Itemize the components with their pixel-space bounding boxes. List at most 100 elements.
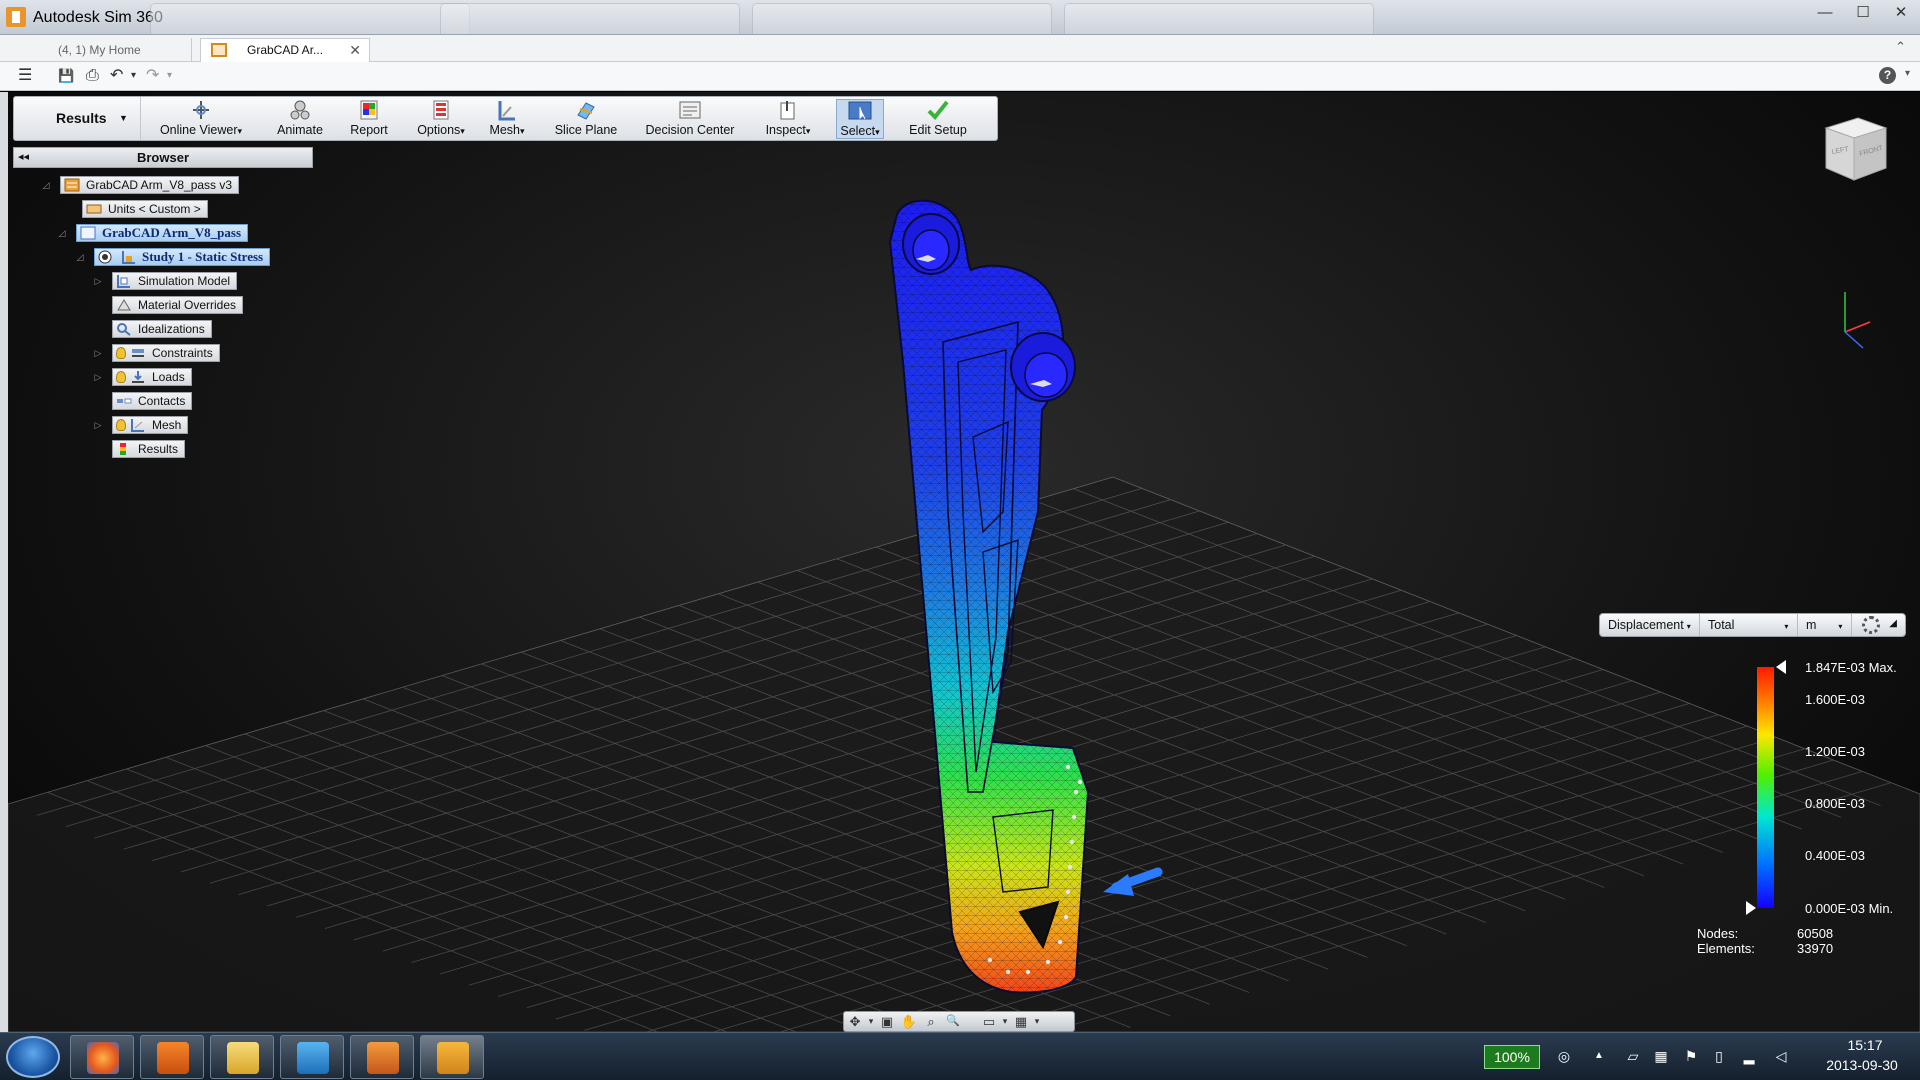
- visibility-bulb-icon[interactable]: [116, 371, 126, 383]
- close-tab-icon[interactable]: ✕: [349, 39, 361, 61]
- collapse-panel-icon[interactable]: ◂◂: [18, 148, 29, 167]
- pan-icon[interactable]: ✥: [844, 1013, 866, 1030]
- note-icon[interactable]: ▱: [1624, 1047, 1642, 1065]
- select-button[interactable]: Select▾: [836, 99, 884, 139]
- tree-node-material-overrides[interactable]: Material Overrides: [112, 296, 244, 314]
- tree-node-label: Mesh: [152, 418, 182, 432]
- clock-date[interactable]: 2013-09-30: [1806, 1057, 1918, 1073]
- tree-node-study[interactable]: ◿ Study 1 - Static Stress: [74, 248, 271, 266]
- results-mode-button[interactable]: Results ▼: [14, 97, 141, 140]
- redo-icon[interactable]: ↷: [146, 67, 159, 85]
- expand-toggle-icon[interactable]: ▷: [92, 420, 104, 431]
- clock-time[interactable]: 15:17: [1830, 1037, 1900, 1053]
- tree-node-mesh[interactable]: ▷ Mesh: [92, 416, 189, 434]
- redo-dropdown-icon[interactable]: ▾: [167, 67, 172, 85]
- slice-plane-button[interactable]: Slice Plane: [550, 99, 622, 139]
- decision-center-button[interactable]: Decision Center: [642, 99, 738, 139]
- volume-icon[interactable]: ◁: [1772, 1047, 1790, 1065]
- report-button[interactable]: Report: [344, 99, 394, 139]
- inspect-button[interactable]: Inspect▾: [758, 99, 818, 139]
- tree-node-idealizations[interactable]: Idealizations: [112, 320, 212, 338]
- tree-node-constraints[interactable]: ▷ Constraints: [92, 344, 220, 362]
- orbit-icon[interactable]: ✋: [898, 1013, 920, 1030]
- power-icon[interactable]: ▯: [1710, 1047, 1728, 1065]
- tree-node-design[interactable]: ◿ GrabCAD Arm_V8_pass: [56, 224, 249, 242]
- pan-dropdown-icon[interactable]: ▾: [866, 1013, 876, 1030]
- collapse-legend-icon[interactable]: ◢: [1889, 618, 1897, 629]
- tab-grabcad-arm[interactable]: GrabCAD Ar... ✕: [200, 38, 370, 62]
- color-legend-bar: [1757, 667, 1774, 908]
- unit-dropdown[interactable]: m ▾: [1798, 614, 1852, 636]
- tree-node-simulation-model[interactable]: ▷ Simulation Model: [92, 272, 238, 290]
- grid-icon[interactable]: ▦: [1010, 1013, 1032, 1030]
- zoom-icon[interactable]: 🔍: [942, 1013, 964, 1030]
- tree-node-root[interactable]: ◿ GrabCAD Arm_V8_pass v3: [40, 176, 240, 194]
- chevron-down-icon: ▾: [875, 127, 880, 137]
- edit-setup-button[interactable]: Edit Setup: [902, 99, 974, 139]
- tree-node-contacts[interactable]: Contacts: [112, 392, 193, 410]
- axis-triad-icon: [1844, 292, 1871, 349]
- expand-toggle-icon[interactable]: ◿: [40, 180, 52, 191]
- taskbar-firefox[interactable]: [70, 1035, 134, 1079]
- collapse-chevron-icon[interactable]: ⌃: [1895, 39, 1906, 55]
- menu-icon[interactable]: ☰: [18, 67, 32, 85]
- tree-node-loads[interactable]: ▷ Loads: [92, 368, 192, 386]
- tray-arrow-icon[interactable]: ▲: [1590, 1047, 1608, 1065]
- os-tab-2[interactable]: [440, 3, 740, 34]
- os-tab-1[interactable]: [150, 3, 470, 34]
- chevron-down-icon: ▾: [460, 126, 465, 136]
- display-dropdown-icon[interactable]: ▾: [1000, 1013, 1010, 1030]
- visibility-bulb-icon[interactable]: [116, 419, 126, 431]
- taskbar-inventor[interactable]: [350, 1035, 414, 1079]
- expand-toggle-icon[interactable]: ▷: [92, 372, 104, 383]
- save-icon[interactable]: 💾: [58, 67, 74, 85]
- sync-icon[interactable]: ◎: [1555, 1047, 1573, 1065]
- expand-toggle-icon[interactable]: ◿: [56, 228, 68, 239]
- maximize-button[interactable]: ☐: [1844, 0, 1882, 26]
- online-viewer-button[interactable]: Online Viewer▾: [156, 99, 246, 139]
- network-app-icon[interactable]: ▦: [1652, 1047, 1670, 1065]
- mesh-icon: [131, 419, 144, 432]
- options-button[interactable]: Options▾: [412, 99, 470, 139]
- gear-icon[interactable]: [1862, 616, 1880, 634]
- undo-dropdown-icon[interactable]: ▾: [131, 67, 136, 85]
- zoom-region-icon[interactable]: ⌕: [920, 1013, 942, 1030]
- taskbar-media[interactable]: [140, 1035, 204, 1079]
- save-copy-icon[interactable]: ⎙: [86, 67, 99, 85]
- look-at-icon[interactable]: ▣: [876, 1013, 898, 1030]
- animate-button[interactable]: Animate: [272, 99, 328, 139]
- os-tab-4[interactable]: [1064, 3, 1374, 34]
- grid-dropdown-icon[interactable]: ▾: [1032, 1013, 1042, 1030]
- help-dropdown-icon[interactable]: ▾: [1905, 68, 1910, 79]
- quantity-dropdown[interactable]: Displacement ▾: [1600, 614, 1700, 636]
- minimize-button[interactable]: —: [1806, 0, 1844, 26]
- signal-icon[interactable]: ▂: [1740, 1047, 1758, 1065]
- expand-toggle-icon[interactable]: ◿: [74, 252, 86, 263]
- help-icon[interactable]: ?: [1879, 67, 1896, 84]
- undo-icon[interactable]: ↶: [110, 67, 123, 85]
- tree-node-units[interactable]: Units < Custom >: [62, 200, 208, 218]
- start-button[interactable]: [6, 1036, 60, 1078]
- mesh-icon: [498, 101, 515, 121]
- expand-toggle-icon[interactable]: ▷: [92, 276, 104, 287]
- legend-min-label: 0.000E-03 Min.: [1805, 901, 1894, 916]
- display-settings-icon[interactable]: ▭: [978, 1013, 1000, 1030]
- animate-label: Animate: [277, 123, 323, 137]
- visibility-bulb-icon[interactable]: [116, 347, 126, 359]
- tab-my-home[interactable]: (4, 1) My Home: [12, 38, 192, 62]
- component-dropdown[interactable]: Total ▾: [1700, 614, 1798, 636]
- taskbar-sim360[interactable]: [420, 1035, 484, 1079]
- os-tab-3[interactable]: [752, 3, 1052, 34]
- expand-toggle-icon[interactable]: ▷: [92, 348, 104, 359]
- viewport-3d[interactable]: [8, 92, 1920, 1032]
- view-cube[interactable]: LEFT FRONT: [1818, 110, 1890, 186]
- flag-icon[interactable]: ⚑: [1682, 1047, 1700, 1065]
- battery-indicator[interactable]: 100%: [1484, 1045, 1540, 1069]
- close-button[interactable]: ✕: [1882, 0, 1920, 26]
- tree-node-results[interactable]: Results: [112, 440, 186, 458]
- taskbar-explorer[interactable]: [210, 1035, 274, 1079]
- nodes-value: 60508: [1797, 926, 1834, 941]
- mesh-button[interactable]: Mesh▾: [484, 99, 530, 139]
- taskbar-video[interactable]: [280, 1035, 344, 1079]
- component-value: Total: [1708, 618, 1735, 632]
